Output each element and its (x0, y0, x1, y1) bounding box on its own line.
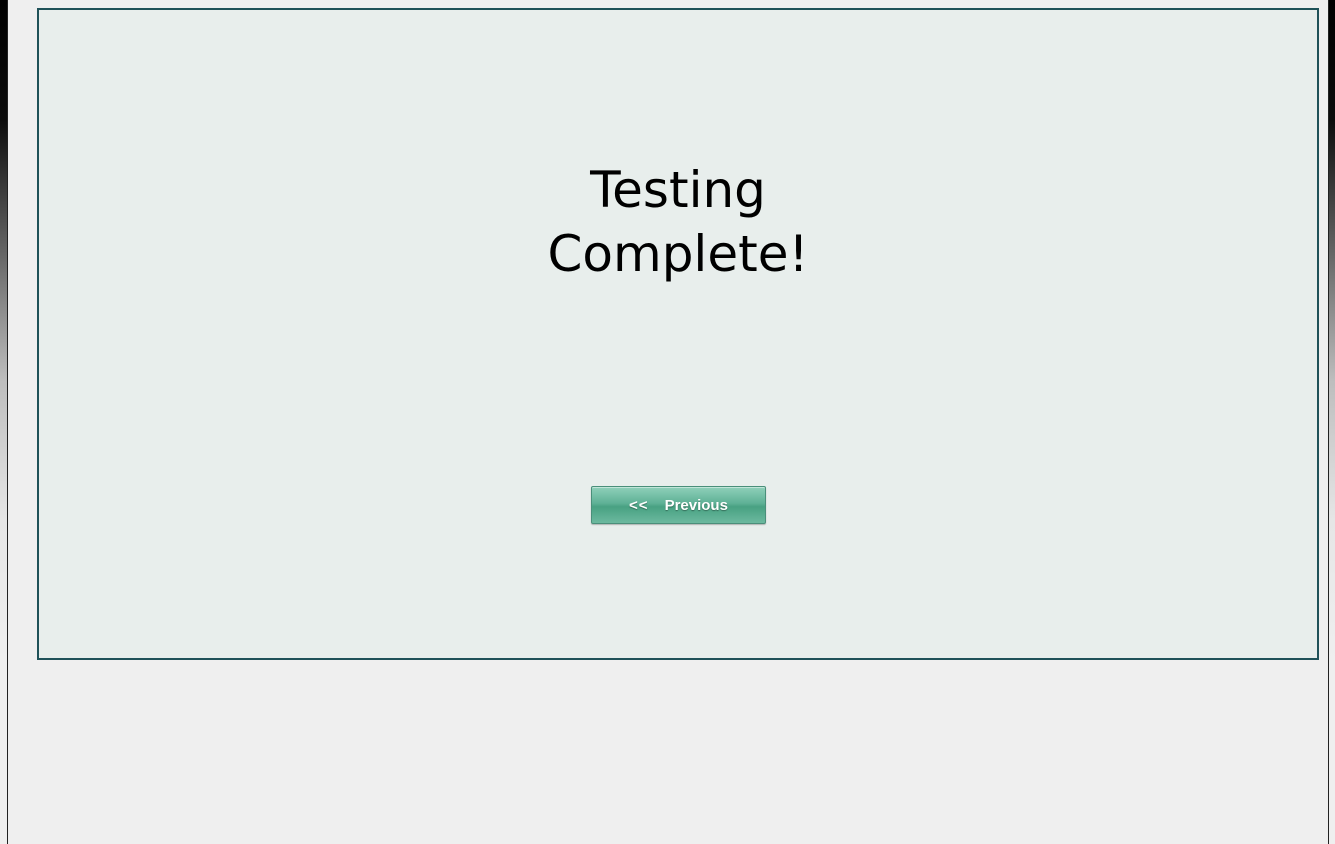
completion-heading-line1: Testing (590, 161, 766, 219)
completion-heading-line2: Complete! (547, 225, 809, 283)
completion-heading: Testing Complete! (39, 158, 1317, 286)
page-shell: Testing Complete! << Previous (7, 0, 1329, 844)
double-chevron-left-icon: << (629, 496, 649, 514)
previous-button-label: Previous (664, 496, 728, 514)
content-panel: Testing Complete! << Previous (37, 8, 1319, 660)
previous-button[interactable]: << Previous (591, 486, 766, 524)
